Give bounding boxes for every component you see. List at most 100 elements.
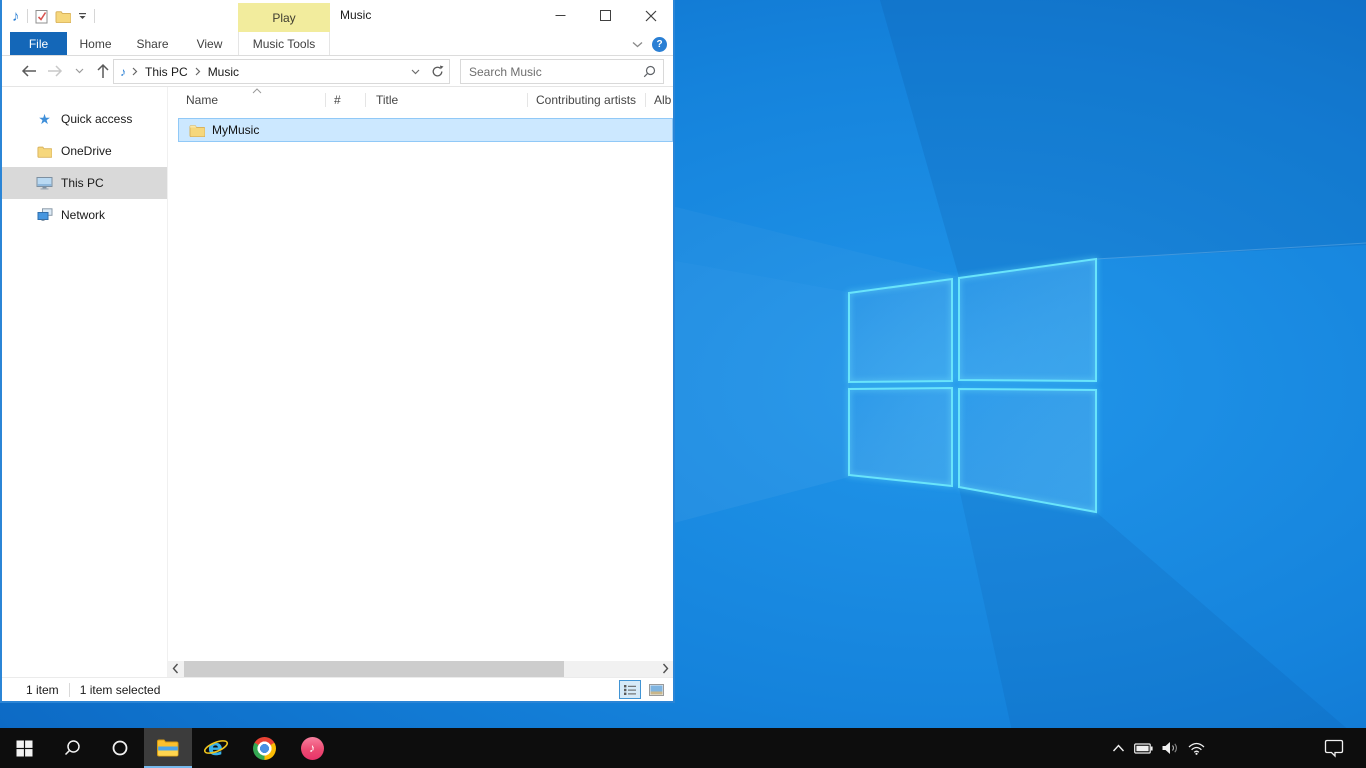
sidebar-item-quick-access[interactable]: ★ Quick access <box>2 103 167 135</box>
scroll-left-arrow[interactable] <box>172 663 179 674</box>
action-center-icon <box>1324 739 1344 758</box>
network-icon <box>36 208 53 222</box>
column-header-title[interactable]: Title <box>366 87 528 113</box>
maximize-button[interactable] <box>583 0 628 31</box>
thumbnails-view-icon <box>649 684 664 696</box>
file-list-pane: Name # Title Contributing artists Alb <box>168 87 673 677</box>
search-icon[interactable] <box>643 65 656 78</box>
taskbar-file-explorer-button[interactable] <box>144 728 192 768</box>
large-thumbnails-view-button[interactable] <box>645 680 667 699</box>
sidebar-item-label: This PC <box>61 176 104 190</box>
itunes-button[interactable]: ♪ <box>288 728 336 768</box>
search-icon <box>63 739 81 757</box>
sidebar-item-onedrive[interactable]: OneDrive <box>2 135 167 167</box>
internet-explorer-button[interactable]: e <box>192 728 240 768</box>
address-bar[interactable]: ♪ This PC Music <box>113 59 450 84</box>
expand-ribbon-chevron-icon[interactable] <box>632 41 643 48</box>
folder-icon <box>189 124 205 137</box>
volume-icon[interactable] <box>1162 741 1179 755</box>
contextual-tab-group[interactable]: Play <box>238 3 330 32</box>
forward-button[interactable] <box>46 62 64 80</box>
scrollbar-thumb[interactable] <box>184 661 564 677</box>
new-folder-button[interactable] <box>55 10 71 23</box>
window-title: Music <box>340 0 371 31</box>
details-view-icon <box>623 684 637 696</box>
details-view-button[interactable] <box>619 680 641 699</box>
column-headers: Name # Title Contributing artists Alb <box>168 87 673 113</box>
view-switcher <box>619 680 667 699</box>
file-row-mymusic[interactable]: MyMusic <box>178 118 673 142</box>
battery-icon[interactable] <box>1134 742 1153 755</box>
title-bar: ♪ Play Mu <box>2 0 673 32</box>
action-center-button[interactable] <box>1324 728 1344 768</box>
column-header-track-number[interactable]: # <box>326 87 366 113</box>
recent-locations-chevron[interactable] <box>75 68 84 74</box>
navigation-bar: ♪ This PC Music <box>2 56 673 87</box>
horizontal-scrollbar[interactable] <box>168 661 673 677</box>
minimize-button[interactable] <box>538 0 583 31</box>
sidebar-item-label: Quick access <box>61 112 132 126</box>
ribbon-controls: ? <box>632 32 667 56</box>
hidden-icons-chevron-icon[interactable] <box>1112 743 1125 753</box>
close-button[interactable] <box>628 0 673 31</box>
address-dropdown-button[interactable] <box>405 60 425 83</box>
sort-ascending-icon <box>252 88 262 94</box>
tab-file[interactable]: File <box>10 32 67 55</box>
tab-home[interactable]: Home <box>67 32 124 55</box>
tab-music-tools[interactable]: Music Tools <box>238 32 330 55</box>
scroll-right-arrow[interactable] <box>662 663 669 674</box>
column-header-name[interactable]: Name <box>168 87 326 113</box>
file-explorer-icon <box>156 738 180 758</box>
help-button[interactable]: ? <box>652 37 667 52</box>
itunes-icon: ♪ <box>301 737 324 760</box>
this-pc-icon <box>36 176 53 190</box>
taskbar-search-button[interactable] <box>48 728 96 768</box>
chrome-icon <box>253 737 276 760</box>
onedrive-folder-icon <box>36 145 53 158</box>
column-header-album[interactable]: Alb <box>646 87 673 113</box>
properties-button[interactable] <box>35 9 48 24</box>
back-button[interactable] <box>20 62 38 80</box>
folder-icon <box>55 10 71 23</box>
quick-access-star-icon: ★ <box>36 112 53 126</box>
ribbon-tab-row: File Home Share View Music Tools ? <box>2 32 673 56</box>
contextual-tab-label: Play <box>272 11 295 25</box>
window-body: ★ Quick access OneDrive <box>2 87 673 677</box>
properties-check-icon <box>35 9 48 24</box>
chevron-down-icon <box>411 69 420 75</box>
sidebar-item-network[interactable]: Network <box>2 199 167 231</box>
customize-toolbar-button[interactable] <box>78 12 87 20</box>
tab-share[interactable]: Share <box>124 32 181 55</box>
sidebar-item-label: Network <box>61 208 105 222</box>
caption-buttons <box>538 0 673 31</box>
cortana-button[interactable] <box>96 728 144 768</box>
start-button[interactable] <box>0 728 48 768</box>
chrome-button[interactable] <box>240 728 288 768</box>
breadcrumb-this-pc[interactable]: This PC <box>141 65 192 79</box>
system-tray <box>1112 728 1205 768</box>
breadcrumb-music[interactable]: Music <box>204 65 243 79</box>
breadcrumb-chevron-icon[interactable] <box>132 67 138 76</box>
window-music-note-icon: ♪ <box>12 9 20 24</box>
sidebar-item-label: OneDrive <box>61 144 112 158</box>
file-explorer-window: ♪ Play Mu <box>0 0 675 703</box>
wifi-icon[interactable] <box>1188 742 1205 755</box>
file-list: MyMusic <box>168 113 673 661</box>
breadcrumb-chevron-icon[interactable] <box>195 67 201 76</box>
separator <box>94 9 95 23</box>
sidebar-item-this-pc[interactable]: This PC <box>2 167 167 199</box>
selection-count: 1 item selected <box>80 683 161 697</box>
minimize-icon <box>555 10 566 21</box>
refresh-icon <box>431 65 444 78</box>
column-header-contributing-artists[interactable]: Contributing artists <box>528 87 646 113</box>
internet-explorer-icon: e <box>203 735 229 761</box>
search-input[interactable] <box>461 60 663 83</box>
up-button[interactable] <box>94 62 112 80</box>
svg-text:e: e <box>208 736 223 761</box>
refresh-button[interactable] <box>425 60 449 83</box>
navigation-pane: ★ Quick access OneDrive <box>2 87 168 677</box>
status-bar: 1 item 1 item selected <box>2 677 673 701</box>
tab-view[interactable]: View <box>181 32 238 55</box>
location-music-note-icon: ♪ <box>120 66 126 78</box>
search-box <box>460 59 664 84</box>
